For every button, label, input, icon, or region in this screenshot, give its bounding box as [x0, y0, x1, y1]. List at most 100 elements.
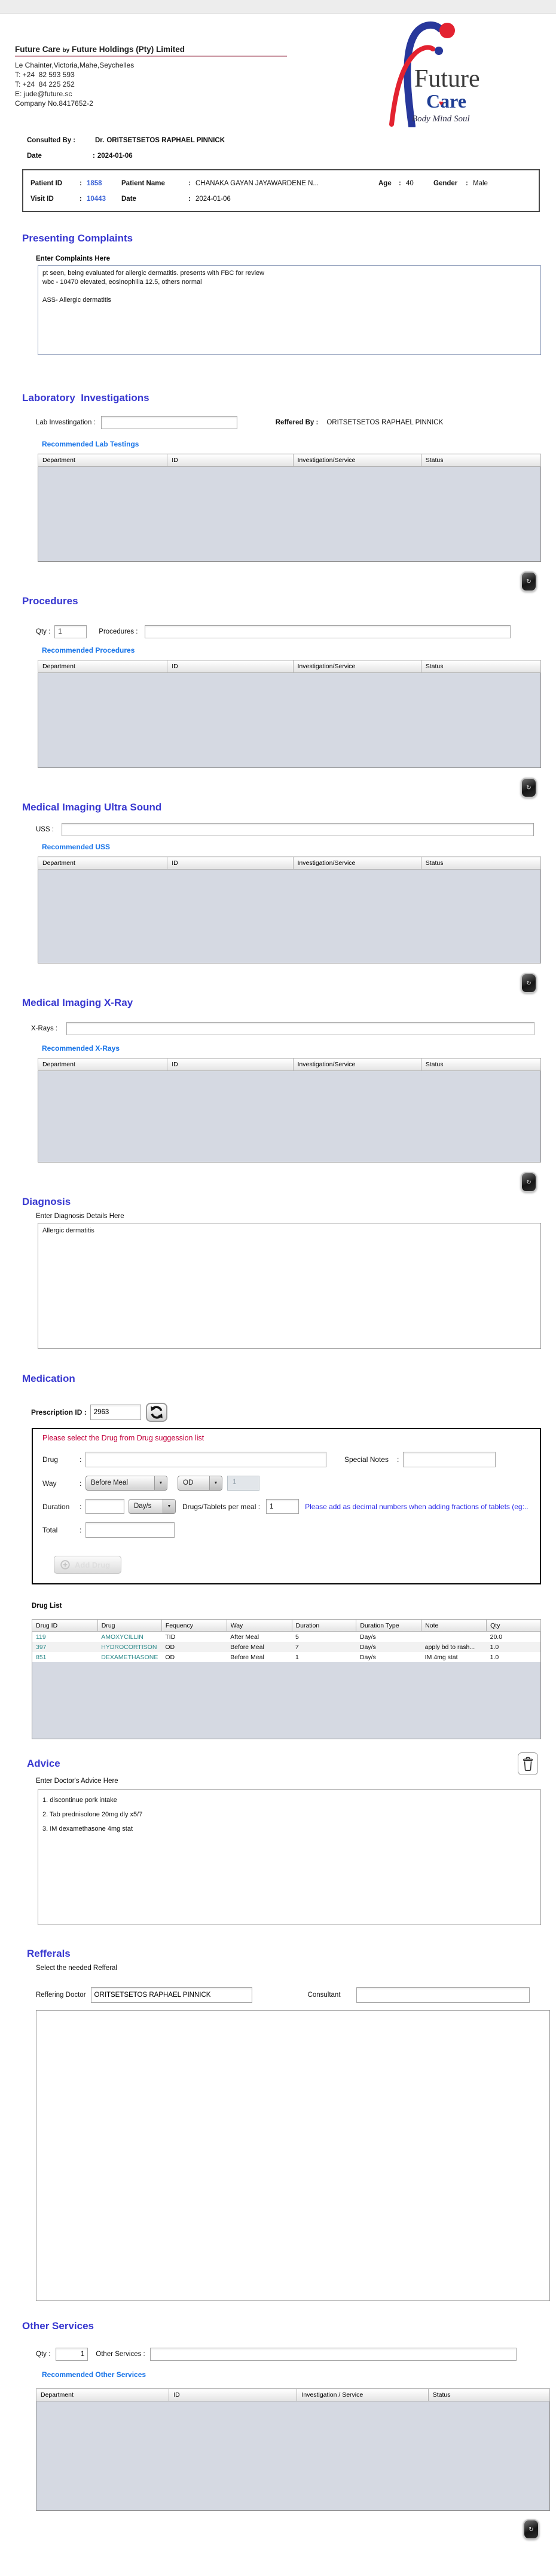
- procedures-table-empty-body: [38, 673, 541, 768]
- patient-id-value: 1858: [87, 180, 121, 187]
- duration-colon: :: [80, 1503, 85, 1511]
- drug-1-id: 119: [32, 1632, 98, 1642]
- total-label: Total: [42, 1526, 80, 1534]
- prescription-row: Prescription ID :: [31, 1403, 556, 1422]
- special-notes-input[interactable]: [403, 1452, 496, 1467]
- special-notes-label: Special Notes: [344, 1455, 389, 1464]
- logo-blue-dot: [435, 47, 443, 55]
- other-services-input[interactable]: [150, 2348, 517, 2361]
- recommended-xray-link[interactable]: Recommended X-Rays: [42, 1044, 556, 1053]
- other-services-table: Department ID Investigation / Service St…: [36, 2388, 550, 2511]
- company-address: Le Chainter,Victoria,Mahe,Seychelles: [15, 60, 287, 70]
- drug-list-table: Drug ID Drug Fequency Way Duration Durat…: [32, 1619, 541, 1739]
- heart-icon: ♥: [439, 99, 444, 108]
- drug-col-way: Way: [227, 1620, 292, 1632]
- drug-1-frequency: TID: [161, 1632, 227, 1642]
- visit-id-colon: :: [80, 195, 87, 203]
- drug-3-duration-type: Day/s: [356, 1652, 421, 1662]
- drug-2-name: HYDROCORTISON: [97, 1642, 161, 1652]
- other-qty-label: Qty :: [36, 2351, 50, 2358]
- section-title-medication: Medication: [22, 1373, 556, 1385]
- referred-by-value: ORITSETSETOS RAPHAEL PINNICK: [326, 419, 443, 426]
- drug-input[interactable]: [85, 1452, 326, 1467]
- duration-unit-value: Day/s: [129, 1500, 163, 1513]
- uss-col-service: Investigation/Service: [293, 857, 421, 870]
- duration-unit-select[interactable]: Day/s ▼: [129, 1499, 176, 1514]
- chevron-down-icon: ▼: [209, 1476, 222, 1490]
- per-meal-input[interactable]: [266, 1499, 299, 1514]
- drug-row-2[interactable]: 397 HYDROCORTISON OD Before Meal 7 Day/s…: [32, 1642, 541, 1652]
- drug-1-note: [421, 1632, 487, 1642]
- xray-input[interactable]: [66, 1022, 534, 1035]
- lab-table-header-row: Department ID Investigation/Service Stat…: [38, 454, 541, 467]
- total-input[interactable]: [85, 1522, 175, 1538]
- way-select[interactable]: Before Meal ▼: [85, 1476, 167, 1491]
- consult-date-value: 2024-01-06: [97, 152, 133, 160]
- drug-row-1[interactable]: 119 AMOXYCILLIN TID After Meal 5 Day/s 2…: [32, 1632, 541, 1642]
- recommended-other-services-link[interactable]: Recommended Other Services: [42, 2370, 556, 2379]
- recommended-lab-testings-link[interactable]: Recommended Lab Testings: [42, 440, 556, 448]
- lab-investigation-input[interactable]: [101, 416, 237, 429]
- recommended-uss-link[interactable]: Recommended USS: [42, 843, 556, 851]
- plus-circle-icon: [60, 1560, 70, 1570]
- drug-1-way: After Meal: [227, 1632, 292, 1642]
- xray-col-status: Status: [421, 1058, 540, 1071]
- doctor-prefix: Dr.: [95, 137, 104, 144]
- consulted-by-row: Consulted By : Dr. ORITSETSETOS RAPHAEL …: [27, 137, 556, 144]
- company-name-by: by: [63, 47, 70, 54]
- xray-col-department: Department: [38, 1058, 167, 1071]
- lab-col-department: Department: [38, 454, 167, 467]
- complaints-label: Enter Complaints Here: [36, 255, 556, 262]
- drug-row: Drug : Special Notes :: [42, 1452, 534, 1467]
- procedures-input[interactable]: [145, 625, 511, 638]
- patient-row-1: Patient ID : 1858 Patient Name : CHANAKA…: [30, 176, 539, 191]
- section-title-laboratory: Laboratory Investigations: [22, 392, 556, 404]
- other-services-delete-button[interactable]: ↻: [523, 2519, 539, 2540]
- gender-label: Gender: [433, 180, 466, 187]
- other-qty-input[interactable]: [56, 2348, 88, 2361]
- total-colon: :: [80, 1526, 85, 1534]
- xray-delete-button[interactable]: ↻: [521, 1172, 537, 1192]
- uss-trash-row: ↻: [0, 973, 556, 993]
- drug-2-id: 397: [32, 1642, 98, 1652]
- referral-input-row: Reffering Doctor Consultant: [36, 1987, 556, 2003]
- drug-col-duration: Duration: [292, 1620, 356, 1632]
- refresh-icon: [149, 1405, 164, 1419]
- lab-delete-button[interactable]: ↻: [521, 571, 537, 592]
- uss-input[interactable]: [62, 823, 534, 836]
- advice-delete-button[interactable]: [518, 1752, 538, 1775]
- lab-col-id: ID: [167, 454, 293, 467]
- other-col-status: Status: [428, 2389, 549, 2401]
- trash-icon: ↻: [526, 579, 531, 585]
- drug-3-frequency: OD: [161, 1652, 227, 1662]
- duration-input[interactable]: [85, 1499, 124, 1514]
- diagnosis-textarea[interactable]: Allergic dermatitis: [38, 1223, 541, 1349]
- prescription-id-input[interactable]: [90, 1405, 141, 1420]
- consultant-input[interactable]: [356, 1987, 530, 2003]
- other-table-header-row: Department ID Investigation / Service St…: [36, 2389, 550, 2401]
- advice-textarea[interactable]: 1. discontinue pork intake 2. Tab predni…: [38, 1789, 541, 1925]
- special-notes-colon: :: [397, 1455, 403, 1464]
- procedures-qty-input[interactable]: [54, 625, 87, 638]
- procedures-label: Procedures :: [99, 628, 138, 635]
- drug-row-3[interactable]: 851 DEXAMETHASONE OD Before Meal 1 Day/s…: [32, 1652, 541, 1662]
- section-title-ultrasound: Medical Imaging Ultra Sound: [22, 801, 556, 813]
- frequency-select[interactable]: OD ▼: [178, 1476, 222, 1491]
- chevron-down-icon: ▼: [163, 1500, 175, 1513]
- company-number: Company No.8417652-2: [15, 99, 287, 108]
- recommended-procedures-link[interactable]: Recommended Procedures: [42, 646, 556, 654]
- referred-by-label: Reffered By :: [276, 419, 319, 426]
- company-phone-2: T: +24 84 225 252: [15, 79, 287, 89]
- uss-delete-button[interactable]: ↻: [521, 973, 537, 993]
- uss-table-empty-body: [38, 870, 541, 963]
- referral-list[interactable]: [36, 2010, 550, 2301]
- referring-doctor-input[interactable]: [91, 1987, 252, 2003]
- procedures-delete-button[interactable]: ↻: [521, 778, 537, 798]
- way-colon: :: [80, 1479, 85, 1488]
- complaints-textarea[interactable]: pt seen, being evaluated for allergic de…: [38, 265, 541, 355]
- add-drug-button[interactable]: Add Drug: [54, 1556, 121, 1574]
- future-care-logo: Future Care ♥ Body Mind Soul: [369, 14, 521, 127]
- age-colon: :: [399, 180, 406, 187]
- company-name-rest: Future Holdings (Pty) Limited: [72, 45, 185, 54]
- prescription-refresh-button[interactable]: [146, 1403, 167, 1422]
